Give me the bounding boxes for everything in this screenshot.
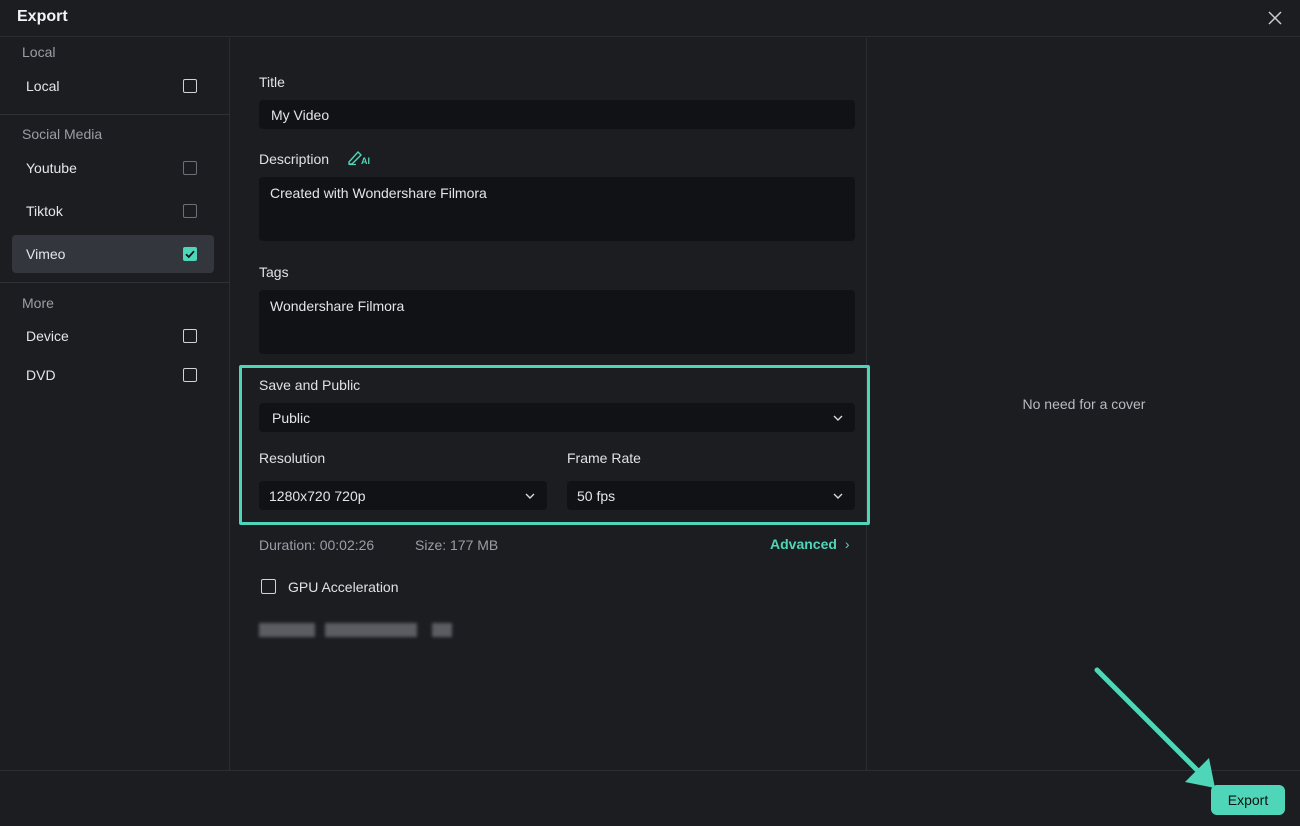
save-public-select[interactable]: Public [259, 403, 855, 432]
gpu-acceleration-label: GPU Acceleration [288, 579, 399, 595]
device-checkbox[interactable] [183, 329, 197, 343]
gpu-acceleration-checkbox[interactable] [261, 579, 276, 594]
resolution-value: 1280x720 720p [269, 488, 366, 504]
divider [0, 114, 230, 115]
frame-rate-select[interactable]: 50 fps [567, 481, 855, 510]
sidebar-item-label: DVD [26, 367, 56, 383]
description-label: Description [259, 151, 330, 167]
dvd-checkbox[interactable] [183, 368, 197, 382]
export-form: Title My Video Description AI Created wi… [231, 38, 870, 770]
chevron-down-icon [525, 493, 535, 499]
checkmark-icon [185, 250, 195, 259]
description-textarea[interactable]: Created with Wondershare Filmora [259, 177, 855, 241]
sidebar-item-label: Local [26, 78, 60, 94]
save-public-label: Save and Public [259, 377, 361, 393]
sidebar-item-label: Vimeo [26, 246, 66, 262]
title-label: Title [259, 74, 285, 90]
sidebar-item-label: Tiktok [26, 203, 63, 219]
frame-rate-label: Frame Rate [567, 450, 641, 466]
save-public-value: Public [272, 410, 311, 426]
export-button[interactable]: Export [1211, 785, 1285, 815]
section-label-more: More [22, 295, 54, 311]
sidebar-item-tiktok[interactable]: Tiktok [12, 192, 214, 230]
tags-label: Tags [259, 264, 289, 280]
title-value: My Video [271, 107, 330, 123]
section-label-social-media: Social Media [22, 126, 103, 142]
sidebar-item-device[interactable]: Device [12, 317, 214, 355]
local-checkbox[interactable] [183, 79, 197, 93]
destination-sidebar: Local Local Social Media Youtube Tiktok … [0, 38, 230, 770]
section-label-local: Local [22, 44, 56, 60]
chevron-down-icon [833, 493, 843, 499]
advanced-link[interactable]: Advanced › [770, 536, 850, 552]
tags-textarea[interactable]: Wondershare Filmora [259, 290, 855, 354]
export-dialog: Export Local Local Social Media Youtube … [0, 0, 1300, 826]
ai-pen-icon[interactable]: AI [347, 148, 371, 166]
description-value: Created with Wondershare Filmora [270, 185, 487, 201]
annotation-arrow [1094, 667, 1215, 788]
sidebar-item-local[interactable]: Local [12, 67, 214, 105]
sidebar-item-label: Youtube [26, 160, 77, 176]
chevron-right-icon: › [844, 536, 850, 552]
youtube-checkbox[interactable] [183, 161, 197, 175]
frame-rate-value: 50 fps [577, 488, 616, 504]
resolution-label: Resolution [259, 450, 326, 466]
vimeo-checkbox[interactable] [183, 247, 197, 261]
cover-preview: No need for a cover [868, 38, 1300, 770]
size-text: Size: 177 MB [415, 537, 499, 553]
tiktok-checkbox[interactable] [183, 204, 197, 218]
sidebar-item-dvd[interactable]: DVD [12, 356, 214, 394]
resolution-select[interactable]: 1280x720 720p [259, 481, 547, 510]
no-cover-text: No need for a cover [1022, 396, 1146, 412]
sidebar-item-vimeo[interactable]: Vimeo [12, 235, 214, 273]
title-input[interactable]: My Video [259, 100, 855, 129]
svg-text:AI: AI [361, 156, 370, 166]
tags-value: Wondershare Filmora [270, 298, 405, 314]
sidebar-item-youtube[interactable]: Youtube [12, 149, 214, 187]
divider [0, 282, 230, 283]
advanced-label: Advanced [770, 536, 837, 552]
close-icon[interactable] [1266, 9, 1284, 27]
dialog-title: Export [17, 8, 68, 25]
title-bar: Export [0, 0, 1300, 37]
sidebar-item-label: Device [26, 328, 69, 344]
duration-text: Duration: 00:02:26 [259, 537, 375, 553]
chevron-down-icon [833, 415, 843, 421]
